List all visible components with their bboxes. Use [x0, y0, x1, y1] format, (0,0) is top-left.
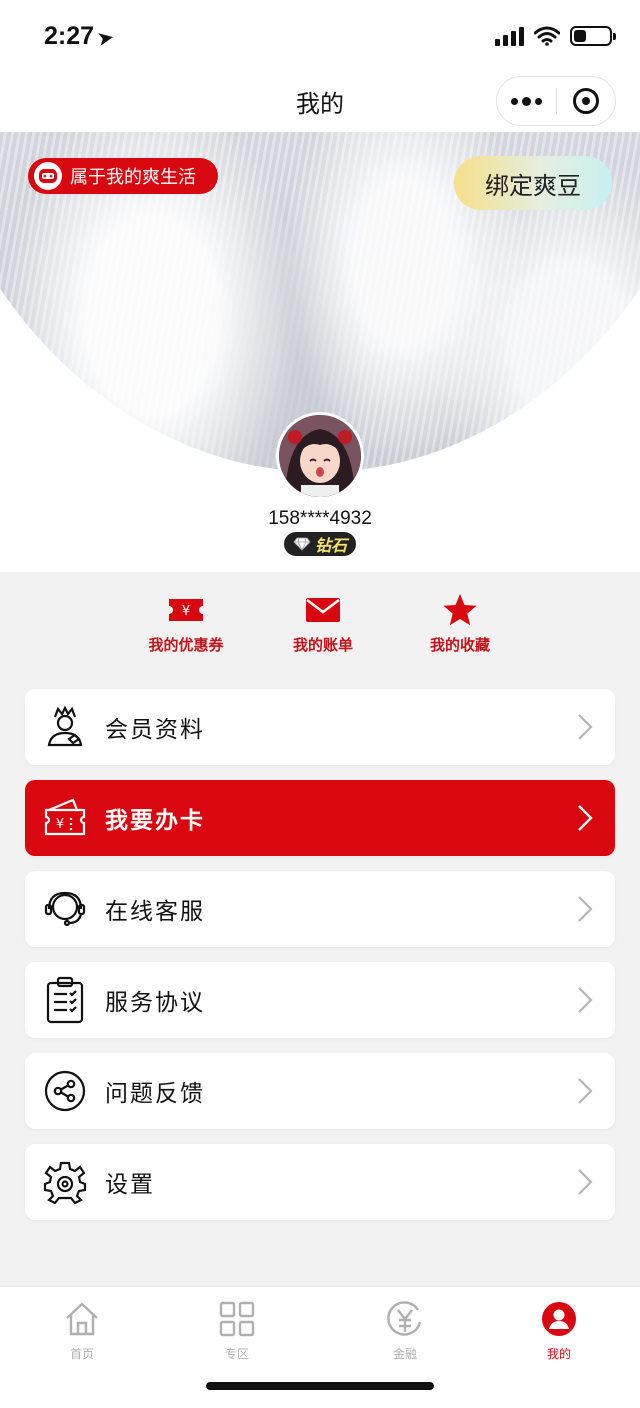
battery-icon	[570, 26, 616, 46]
star-icon	[390, 590, 530, 630]
status-time: 2:27 ➤	[44, 22, 115, 50]
user-phone: 158****4932	[268, 508, 372, 529]
profile-banner: 属于我的爽生活 绑定爽豆	[0, 132, 640, 572]
status-icons	[495, 26, 616, 46]
bind-button[interactable]: 绑定爽豆	[454, 156, 612, 210]
menu-item-online-service[interactable]: 在线客服	[25, 871, 615, 947]
tab-zone[interactable]: 专区	[187, 1299, 287, 1362]
menu-label: 在线客服	[105, 899, 205, 925]
tab-label: 专区	[224, 1347, 249, 1361]
level-badge: 钻石	[284, 532, 356, 556]
quick-link-label: 我的账单	[292, 636, 353, 654]
settings-gear-icon	[25, 1160, 105, 1204]
chevron-right-icon	[555, 1168, 615, 1196]
tab-label: 金融	[392, 1347, 417, 1361]
grid-icon	[187, 1299, 287, 1339]
card-apply-icon: ¥	[25, 798, 105, 838]
slogan-tag: 属于我的爽生活	[28, 158, 218, 194]
level-text: 钻石	[314, 536, 347, 555]
tab-label: 我的	[546, 1347, 571, 1361]
chevron-right-icon	[555, 713, 615, 741]
profile-icon	[509, 1299, 609, 1339]
mini-program-capsule	[496, 76, 616, 126]
chevron-right-icon	[555, 804, 615, 832]
menu-item-apply-card[interactable]: ¥ 我要办卡	[25, 780, 615, 856]
menu-label: 设置	[105, 1172, 155, 1198]
feedback-share-icon	[25, 1070, 105, 1112]
quick-link-label: 我的收藏	[429, 636, 490, 654]
menu-item-member-profile[interactable]: 会员资料	[25, 689, 615, 765]
chevron-right-icon	[555, 1077, 615, 1105]
svg-text:¥: ¥	[182, 604, 190, 619]
chevron-right-icon	[555, 986, 615, 1014]
avatar[interactable]	[276, 412, 364, 500]
menu-item-feedback[interactable]: 问题反馈	[25, 1053, 615, 1129]
cellular-signal-icon	[495, 26, 524, 46]
profile-page: 2:27 ➤ 我的 属于我的爽生活 绑定爽豆 158****4932 钻石 ¥ …	[0, 0, 640, 1408]
quick-link-favorites[interactable]: 我的收藏	[390, 590, 530, 655]
quick-link-bills[interactable]: 我的账单	[253, 590, 393, 655]
member-profile-icon	[25, 705, 105, 749]
status-bar: 2:27 ➤	[0, 0, 640, 70]
mascot-icon	[34, 162, 62, 190]
close-mini-program-icon[interactable]	[557, 88, 615, 114]
menu-label: 会员资料	[105, 717, 205, 743]
yuan-icon	[355, 1299, 455, 1339]
menu-item-service-agreement[interactable]: 服务协议	[25, 962, 615, 1038]
menu-label: 服务协议	[105, 990, 205, 1016]
location-arrow-icon: ➤	[96, 26, 115, 50]
tab-mine[interactable]: 我的	[509, 1299, 609, 1362]
quick-links: ¥ 我的优惠券 我的账单 我的收藏	[0, 590, 640, 670]
slogan-text: 属于我的爽生活	[70, 167, 196, 188]
menu-label: 我要办卡	[105, 808, 205, 834]
home-indicator	[206, 1382, 434, 1390]
quick-link-coupons[interactable]: ¥ 我的优惠券	[116, 590, 256, 655]
envelope-icon	[253, 590, 393, 630]
agreement-clipboard-icon	[25, 976, 105, 1024]
diamond-icon	[293, 537, 311, 551]
more-menu-icon[interactable]	[497, 96, 556, 106]
tab-label: 首页	[69, 1347, 94, 1361]
wifi-icon	[534, 26, 560, 46]
customer-service-icon	[25, 889, 105, 929]
tab-home[interactable]: 首页	[32, 1299, 132, 1362]
menu-label: 问题反馈	[105, 1081, 205, 1107]
tab-finance[interactable]: 金融	[355, 1299, 455, 1362]
chevron-right-icon	[555, 895, 615, 923]
quick-link-label: 我的优惠券	[148, 636, 224, 654]
ticket-icon: ¥	[116, 590, 256, 630]
nav-bar: 我的	[0, 70, 640, 132]
menu-item-settings[interactable]: 设置	[25, 1144, 615, 1220]
svg-text:¥: ¥	[56, 817, 64, 832]
home-icon	[32, 1299, 132, 1339]
